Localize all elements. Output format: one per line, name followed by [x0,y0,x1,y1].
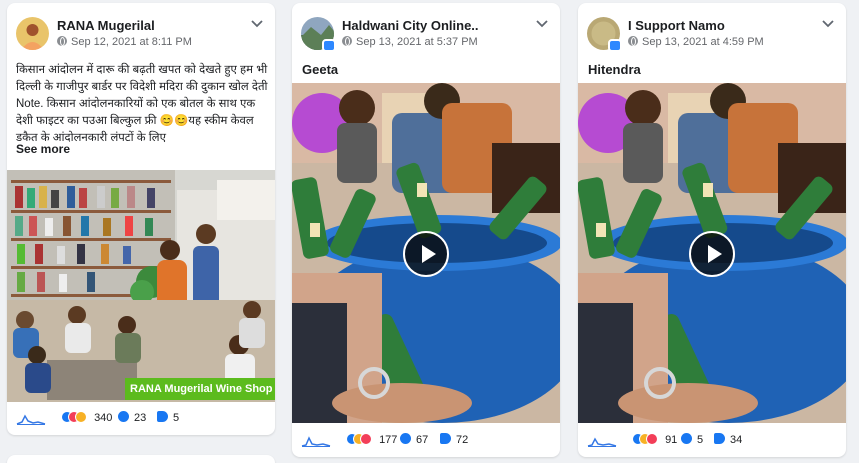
love-reaction-icon [360,433,372,445]
chevron-down-icon[interactable] [820,17,836,29]
comments-count[interactable]: 67 [400,433,428,446]
post-title: Geeta [302,62,339,77]
sparkline-icon[interactable] [587,435,617,447]
chevron-down-icon[interactable] [249,17,265,29]
reactions-count[interactable]: 91 [632,433,677,446]
sparkline-icon[interactable] [301,435,331,447]
author-name[interactable]: Haldwani City Online.. [342,18,479,33]
share-icon [157,411,168,422]
post-card: Haldwani City Online.. Sep 13, 2021 at 5… [292,3,560,457]
post-card: I Support Namo Sep 13, 2021 at 4:59 PM H… [578,3,846,457]
reactions-count[interactable]: 340 [61,411,112,424]
post-date[interactable]: Sep 13, 2021 at 4:59 PM [628,36,764,48]
post-card: RANA Mugerilal Sep 12, 2021 at 8:11 PM क… [7,3,275,435]
shop-photo-image [7,170,275,402]
next-post-card [7,455,275,463]
post-header: Haldwani City Online.. Sep 13, 2021 at 5… [292,3,560,61]
globe-icon [342,36,352,46]
comments-value: 67 [416,434,429,446]
post-date-text[interactable]: Sep 12, 2021 at 8:11 PM [71,36,192,48]
post-video[interactable] [292,83,560,423]
post-date[interactable]: Sep 12, 2021 at 8:11 PM [57,36,192,48]
shares-value: 5 [173,412,180,424]
shares-value: 72 [456,434,469,446]
post-date[interactable]: Sep 13, 2021 at 5:37 PM [342,36,478,48]
post-header: I Support Namo Sep 13, 2021 at 4:59 PM [578,3,846,61]
post-date-text[interactable]: Sep 13, 2021 at 5:37 PM [356,36,478,48]
comments-count[interactable]: 5 [681,433,703,446]
post-stats: 340 23 5 [7,405,275,433]
post-stats: 177 67 72 [292,427,560,455]
chevron-down-icon[interactable] [534,17,550,29]
reactions-value: 177 [379,434,398,446]
post-date-text[interactable]: Sep 13, 2021 at 4:59 PM [642,36,764,48]
comments-value: 5 [697,434,704,446]
share-icon [440,433,451,444]
comment-icon [681,433,692,444]
post-stats: 91 5 34 [578,427,846,455]
play-icon[interactable] [689,231,735,277]
post-video[interactable] [578,83,846,423]
shares-count[interactable]: 5 [157,411,179,424]
shares-count[interactable]: 72 [440,433,468,446]
share-icon [714,433,725,444]
reactions-count[interactable]: 177 [346,433,397,446]
comments-value: 23 [134,412,147,424]
sparkline-icon[interactable] [16,413,46,425]
post-photo[interactable]: RANA Mugerilal Wine Shop [7,170,275,402]
author-name[interactable]: RANA Mugerilal [57,18,155,33]
shares-count[interactable]: 34 [714,433,742,446]
globe-icon [628,36,638,46]
avatar[interactable] [16,17,49,50]
comment-icon [400,433,411,444]
play-icon[interactable] [403,231,449,277]
comments-count[interactable]: 23 [118,411,146,424]
globe-icon [57,36,67,46]
post-header: RANA Mugerilal Sep 12, 2021 at 8:11 PM [7,3,275,61]
reactions-value: 91 [665,434,678,446]
post-title: Hitendra [588,62,641,77]
author-name[interactable]: I Support Namo [628,18,725,33]
see-more-link[interactable]: See more [16,142,70,156]
comment-icon [118,411,129,422]
haha-reaction-icon [75,411,87,423]
page-badge-icon [322,39,336,52]
shares-value: 34 [730,434,743,446]
post-text: किसान आंदोलन में दारू की बढ़ती खपत को दे… [16,64,268,144]
love-reaction-icon [646,433,658,445]
shop-banner: RANA Mugerilal Wine Shop [125,378,275,400]
page-badge-icon [608,39,622,52]
reactions-value: 340 [94,412,113,424]
